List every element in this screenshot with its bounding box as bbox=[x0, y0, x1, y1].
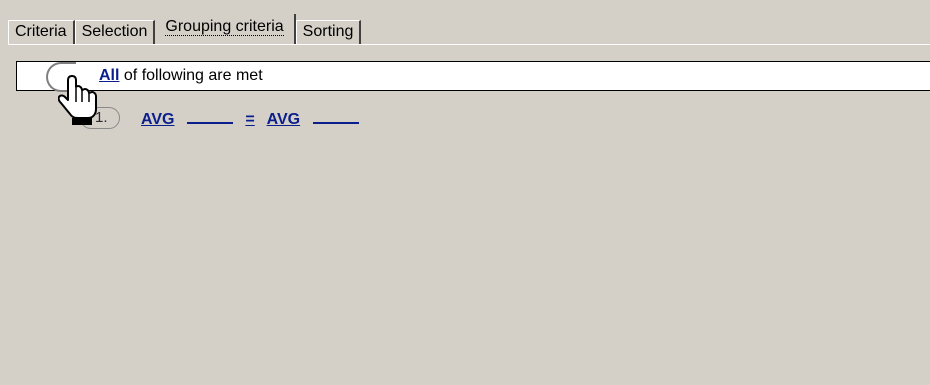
tab-criteria[interactable]: Criteria bbox=[8, 20, 75, 44]
root-condition-label: of following are met bbox=[123, 67, 263, 84]
right-operand-blank[interactable] bbox=[312, 108, 359, 124]
operator-link[interactable]: = bbox=[245, 111, 254, 128]
quantifier-link[interactable]: All bbox=[99, 67, 119, 84]
tab-label: Selection bbox=[81, 23, 148, 40]
tab-label: Sorting bbox=[302, 23, 354, 40]
tab-grouping-criteria[interactable]: Grouping criteria bbox=[155, 14, 296, 44]
tab-sorting[interactable]: Sorting bbox=[295, 20, 362, 44]
hand-pointer-icon bbox=[58, 75, 97, 125]
left-function-link[interactable]: AVG bbox=[141, 111, 174, 128]
left-operand-blank[interactable] bbox=[186, 108, 233, 124]
root-condition-text: All of following are met bbox=[99, 67, 263, 85]
tab-label: Criteria bbox=[15, 23, 67, 40]
tab-label: Grouping criteria bbox=[165, 18, 284, 36]
tab-panel-border bbox=[8, 44, 930, 45]
tab-selection[interactable]: Selection bbox=[74, 20, 156, 44]
tab-strip: Criteria Selection Grouping criteria Sor… bbox=[8, 14, 362, 44]
criteria-window: Criteria Selection Grouping criteria Sor… bbox=[0, 0, 930, 385]
right-function-link[interactable]: AVG bbox=[267, 111, 300, 128]
root-condition-row[interactable]: All of following are met bbox=[16, 61, 930, 91]
condition-expression: AVG = AVG bbox=[141, 108, 367, 129]
